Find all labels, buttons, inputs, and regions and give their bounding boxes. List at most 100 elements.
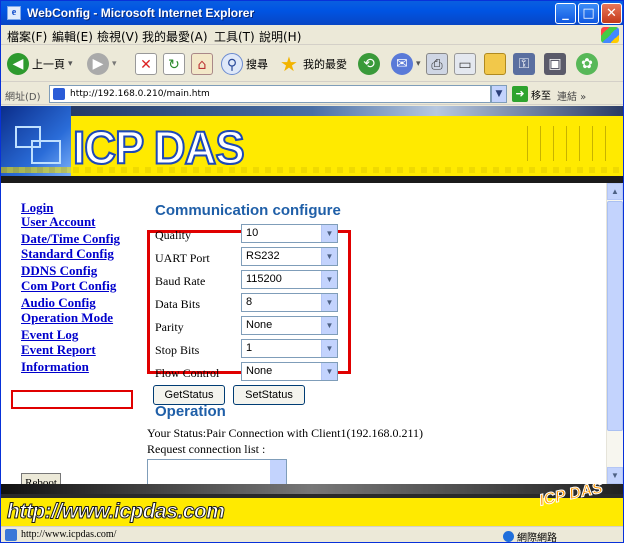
banner-square-2 <box>31 140 61 164</box>
forward-button[interactable]: ▶ ▾ <box>87 51 117 77</box>
chevron-down-icon: ▼ <box>321 317 337 334</box>
list-scrollbar[interactable] <box>270 460 286 484</box>
home-button[interactable]: ⌂ <box>191 51 213 77</box>
toolbar: ◀ 上一頁 ▾ ▶ ▾ ✕ ↻ ⌂ ⚲ 搜尋 ★ 我的最愛 ⟲ ✉ ▾ ⎙ ▭ … <box>1 46 623 82</box>
address-label: 網址(D) <box>5 92 41 103</box>
home-icon: ⌂ <box>191 53 213 75</box>
ie-icon: e <box>7 6 21 20</box>
flow-control-select[interactable]: None ▼ <box>241 362 338 381</box>
data-bits-value: 8 <box>246 296 253 308</box>
connection-list[interactable] <box>147 459 287 484</box>
vertical-scrollbar[interactable]: ▲ ▼ <box>606 183 623 484</box>
back-arrow-icon: ◀ <box>7 53 29 75</box>
nav-ddns-config[interactable]: DDNS Config <box>21 264 97 278</box>
parity-label: Parity <box>155 320 184 334</box>
menu-edit[interactable]: 編輯(E) <box>52 28 93 45</box>
banner-bottom-bar <box>1 176 623 183</box>
go-arrow-icon: ➜ <box>512 86 528 102</box>
chevron-down-icon: ▼ <box>321 340 337 357</box>
data-bits-select[interactable]: 8 ▼ <box>241 293 338 312</box>
parity-select[interactable]: None ▼ <box>241 316 338 335</box>
baud-rate-select[interactable]: 115200 ▼ <box>241 270 338 289</box>
menu-file[interactable]: 檔案(F) <box>7 28 47 45</box>
chevron-down-icon: ▼ <box>321 294 337 311</box>
mail-button[interactable]: ✉ ▾ <box>391 51 421 77</box>
stop-button[interactable]: ✕ <box>135 51 157 77</box>
nav-login[interactable]: Login <box>21 201 54 215</box>
stop-bits-select[interactable]: 1 ▼ <box>241 339 338 358</box>
setstatus-button[interactable]: SetStatus <box>233 385 305 405</box>
edit-button[interactable]: ▭ <box>454 51 476 77</box>
uart-port-label: UART Port <box>155 251 210 265</box>
nav-date-time-config[interactable]: Date/Time Config <box>21 232 120 246</box>
zone-label: 網際網路 <box>517 533 557 543</box>
nav-com-port-config[interactable]: Com Port Config <box>21 279 116 293</box>
menu-tools[interactable]: 工具(T) <box>214 28 255 45</box>
bottom-banner: http://www.icpdas.com ICP DAS <box>1 484 623 526</box>
title-bar[interactable]: e WebConfig - Microsoft Internet Explore… <box>1 1 623 25</box>
stop-bits-value: 1 <box>246 342 253 354</box>
back-button[interactable]: ◀ 上一頁 ▾ <box>7 51 73 77</box>
links-button[interactable]: 連結 » <box>557 88 586 103</box>
footer-top-strip <box>1 484 623 494</box>
scroll-thumb[interactable] <box>607 201 623 431</box>
research-button[interactable]: ⚿ <box>513 51 535 77</box>
mail-icon: ✉ <box>391 53 413 75</box>
baud-rate-value: 115200 <box>246 273 282 285</box>
refresh-icon: ↻ <box>163 53 185 75</box>
menu-view[interactable]: 檢視(V) <box>97 28 139 45</box>
nav-operation-mode[interactable]: Operation Mode <box>21 311 113 325</box>
quality-label: Quality <box>155 228 191 242</box>
banner-top-strip <box>1 106 623 116</box>
back-label: 上一頁 <box>32 58 65 71</box>
left-nav: Login User Account Date/Time Config Stan… <box>1 183 141 493</box>
favorites-button[interactable]: ★ 我的最愛 <box>278 51 347 77</box>
nav-information[interactable]: Information <box>21 360 89 374</box>
flow-control-label: Flow Control <box>155 366 220 380</box>
nav-selected-highlight <box>11 390 133 409</box>
go-button[interactable]: ➜ 移至 <box>512 86 551 102</box>
address-input[interactable]: http://192.168.0.210/main.htm <box>49 85 491 103</box>
history-button[interactable]: ⟲ <box>358 51 380 77</box>
quality-select[interactable]: 10 ▼ <box>241 224 338 243</box>
scroll-down-icon[interactable]: ▼ <box>607 467 623 484</box>
getstatus-button[interactable]: GetStatus <box>153 385 225 405</box>
messenger-button[interactable]: ▣ <box>544 51 566 77</box>
zone-indicator: 網際網路 <box>503 529 557 543</box>
address-dropdown-icon[interactable]: ▼ <box>491 85 507 103</box>
scroll-up-icon[interactable]: ▲ <box>607 183 623 200</box>
menu-favorites[interactable]: 我的最愛(A) <box>142 28 208 45</box>
minimize-button[interactable]: _ <box>555 3 576 24</box>
folder-button[interactable] <box>484 51 506 77</box>
chevron-down-icon: ▼ <box>321 225 337 242</box>
refresh-button[interactable]: ↻ <box>163 51 185 77</box>
plugin-icon: ✿ <box>576 53 598 75</box>
banner-grid <box>515 126 615 161</box>
forward-arrow-icon: ▶ <box>87 53 109 75</box>
messenger-icon: ▣ <box>544 53 566 75</box>
status-text: Your Status:Pair Connection with Client1… <box>147 426 423 440</box>
page-content: ICP DAS Login User Account Date/Time Con… <box>1 106 623 526</box>
address-bar: 網址(D) http://192.168.0.210/main.htm ▼ ➜ … <box>1 83 623 105</box>
maximize-button[interactable]: □ <box>578 3 599 24</box>
search-button[interactable]: ⚲ 搜尋 <box>221 51 268 77</box>
footer-url-link[interactable]: http://www.icpdas.com <box>6 500 225 524</box>
go-label: 移至 <box>531 90 551 102</box>
plugin-button[interactable]: ✿ <box>576 51 598 77</box>
nav-event-log[interactable]: Event Log <box>21 328 78 342</box>
windows-logo-icon <box>601 27 619 43</box>
nav-audio-config[interactable]: Audio Config <box>21 296 96 310</box>
menu-help[interactable]: 說明(H) <box>259 28 301 45</box>
print-button[interactable]: ⎙ <box>426 51 448 77</box>
status-url: http://www.icpdas.com/ <box>21 529 117 540</box>
nav-user-account[interactable]: User Account <box>21 215 96 229</box>
data-bits-label: Data Bits <box>155 297 200 311</box>
uart-port-select[interactable]: RS232 ▼ <box>241 247 338 266</box>
stop-bits-label: Stop Bits <box>155 343 200 357</box>
close-button[interactable]: ✕ <box>601 3 622 24</box>
nav-event-report[interactable]: Event Report <box>21 343 96 357</box>
main-frame: Communication configure Quality 10 ▼ UAR… <box>141 183 606 484</box>
search-label: 搜尋 <box>246 58 268 71</box>
nav-standard-config[interactable]: Standard Config <box>21 247 114 261</box>
globe-icon <box>503 531 514 542</box>
